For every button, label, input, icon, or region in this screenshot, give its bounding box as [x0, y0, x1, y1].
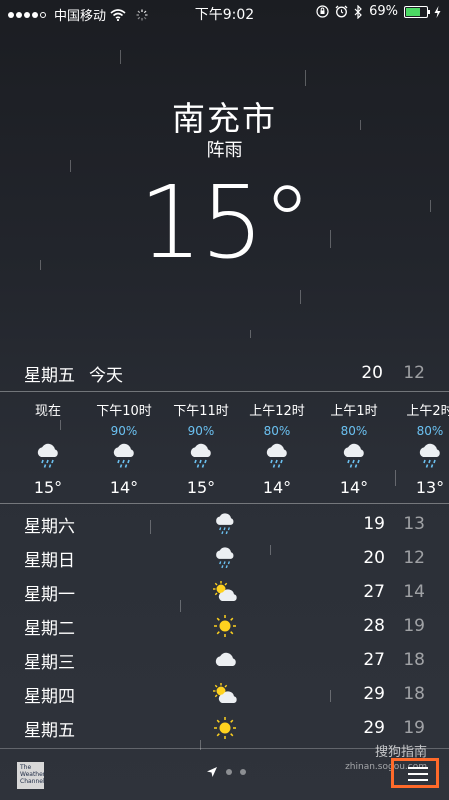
hourly-time: 上午2时 — [406, 404, 449, 419]
orientation-lock-icon — [316, 5, 329, 18]
hourly-time: 上午1时 — [330, 404, 378, 419]
list-icon — [408, 767, 428, 769]
today-label: 今天 — [89, 365, 123, 386]
rain-cloud-icon — [10, 441, 86, 471]
cloud-icon — [210, 645, 240, 675]
hourly-temp: 14° — [262, 478, 292, 497]
hourly-item: 现在 15° — [10, 392, 86, 497]
rain-cloud-icon — [316, 441, 392, 471]
hourly-time: 现在 — [34, 404, 61, 419]
current-temperature: 15° — [138, 164, 312, 281]
daily-forecast[interactable]: 星期六 19 13 星期日 20 12 星期一 27 14 星期二 28 19 … — [0, 507, 449, 745]
daily-day: 星期四 — [24, 686, 75, 707]
today-summary-row: 星期五 今天 20 12 — [24, 358, 425, 388]
hourly-item: 上午12时 80% 14° — [239, 392, 315, 497]
rain-cloud-icon — [163, 441, 239, 471]
battery-icon — [404, 5, 430, 18]
daily-high: 29 — [363, 684, 385, 704]
daily-row: 星期六 19 13 — [0, 507, 449, 541]
hourly-precip: 80% — [263, 424, 291, 438]
hourly-temp: 14° — [339, 478, 369, 497]
hourly-precip: 90% — [110, 424, 138, 438]
daily-row: 星期二 28 19 — [0, 609, 449, 643]
daily-low: 18 — [403, 650, 425, 670]
city-name: 南充市 — [172, 99, 277, 138]
hourly-forecast[interactable]: 现在 15° 下午10时 90% 14° 下午11时 90% 15° 上午12时… — [0, 392, 449, 502]
sun-icon — [210, 611, 240, 641]
alarm-icon — [335, 5, 348, 18]
daily-low: 19 — [403, 616, 425, 636]
daily-low: 13 — [403, 514, 425, 534]
page-dot — [226, 769, 232, 775]
rain-cloud-icon — [239, 441, 315, 471]
daily-high: 29 — [363, 718, 385, 738]
daily-high: 19 — [363, 514, 385, 534]
hourly-precip: 80% — [416, 424, 444, 438]
daily-low: 12 — [403, 548, 425, 568]
daily-high: 27 — [363, 650, 385, 670]
daily-row: 星期五 29 19 — [0, 711, 449, 745]
hourly-time: 上午12时 — [249, 404, 305, 419]
today-high: 20 — [361, 363, 383, 383]
weather-channel-logo[interactable]: The Weather Channel — [17, 762, 46, 789]
daily-row: 星期一 27 14 — [0, 575, 449, 609]
twc-text: Weather — [20, 771, 46, 778]
list-icon-line — [408, 779, 428, 781]
hourly-temp: 15° — [33, 478, 63, 497]
hourly-item: 下午10时 90% 14° — [86, 392, 162, 497]
hourly-temp: 15° — [186, 478, 216, 497]
daily-row: 星期四 29 18 — [0, 677, 449, 711]
daily-day: 星期五 — [24, 720, 75, 741]
hourly-time: 下午11时 — [173, 404, 229, 419]
daily-low: 18 — [403, 684, 425, 704]
location-arrow-icon — [207, 767, 217, 777]
today-weekday: 星期五 — [24, 365, 75, 386]
page-indicator[interactable] — [206, 766, 246, 778]
page-dot — [240, 769, 246, 775]
hourly-precip: 80% — [340, 424, 368, 438]
rain-cloud-icon — [210, 543, 240, 573]
partly-sunny-icon — [210, 679, 240, 709]
daily-high: 20 — [363, 548, 385, 568]
status-bar: 中国移动 下午9:02 69% — [0, 0, 449, 26]
hourly-item: 下午11时 90% 15° — [163, 392, 239, 497]
battery-percent: 69% — [369, 4, 398, 19]
daily-day: 星期二 — [24, 618, 75, 639]
daily-day: 星期三 — [24, 652, 75, 673]
hourly-item: 上午2时 80% 13° — [392, 392, 449, 497]
bottom-toolbar: The Weather Channel 搜狗指南 zhinan.sogou.co… — [0, 745, 449, 800]
hourly-time: 下午10时 — [96, 404, 152, 419]
hourly-temp: 13° — [415, 478, 445, 497]
daily-high: 27 — [363, 582, 385, 602]
hourly-precip — [10, 424, 86, 440]
today-low: 12 — [403, 363, 425, 383]
hourly-temp: 14° — [109, 478, 139, 497]
city-list-button[interactable] — [391, 758, 439, 788]
current-condition: 阵雨 — [206, 140, 243, 161]
rain-cloud-icon — [210, 509, 240, 539]
daily-high: 28 — [363, 616, 385, 636]
list-icon-line — [408, 773, 428, 775]
divider-bottom — [0, 503, 449, 504]
daily-low: 14 — [403, 582, 425, 602]
hourly-item: 上午1时 80% 14° — [316, 392, 392, 497]
daily-low: 19 — [403, 718, 425, 738]
twc-text: Channel — [20, 778, 45, 785]
hourly-precip: 90% — [187, 424, 215, 438]
bluetooth-icon — [354, 4, 362, 19]
partly-sunny-icon — [210, 577, 240, 607]
daily-row: 星期三 27 18 — [0, 643, 449, 677]
daily-day: 星期一 — [24, 584, 75, 605]
sun-icon — [210, 713, 240, 743]
daily-day: 星期日 — [24, 550, 75, 571]
daily-row: 星期日 20 12 — [0, 541, 449, 575]
twc-text: The — [20, 764, 32, 771]
daily-day: 星期六 — [24, 516, 75, 537]
charging-bolt-icon — [434, 5, 441, 18]
rain-cloud-icon — [392, 441, 449, 471]
rain-cloud-icon — [86, 441, 162, 471]
